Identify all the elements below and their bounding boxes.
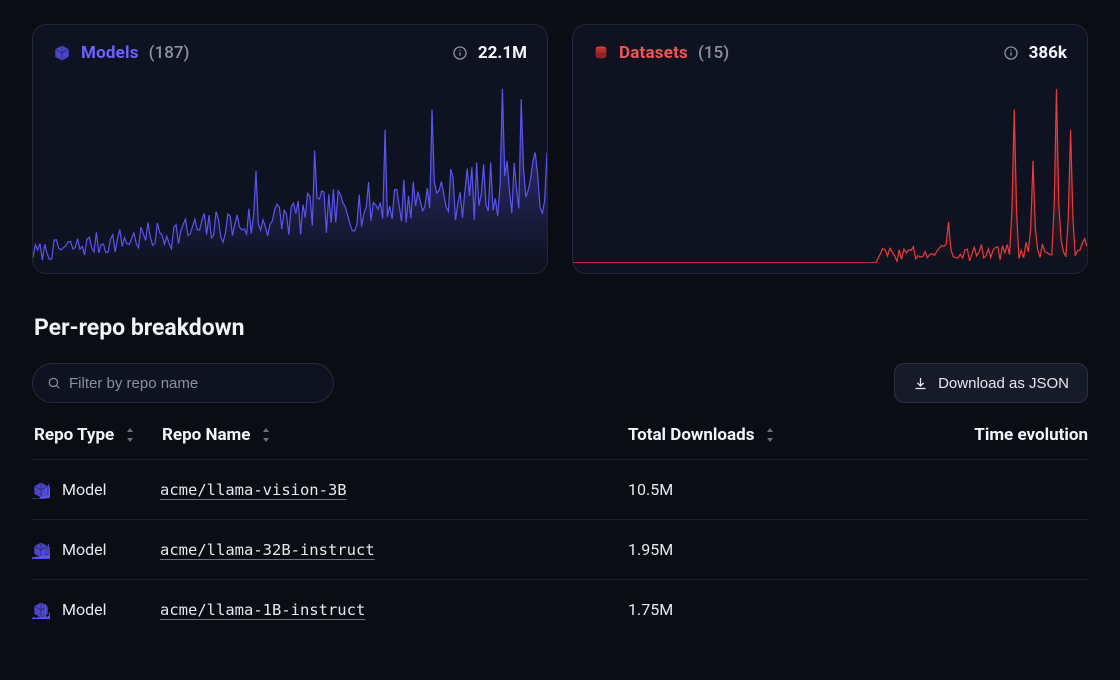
repo-link[interactable]: acme/llama-1B-instruct bbox=[160, 601, 365, 619]
cell-repo-type: Model bbox=[32, 540, 160, 559]
repo-link[interactable]: acme/llama-32B-instruct bbox=[160, 541, 375, 559]
cell-repo-name: acme/llama-32B-instruct bbox=[160, 541, 628, 559]
sort-icon bbox=[260, 428, 272, 442]
filter-input[interactable] bbox=[69, 375, 319, 392]
models-card[interactable]: Models (187) 22.1M bbox=[32, 24, 548, 274]
models-sparkline bbox=[33, 85, 547, 263]
row-sparkline bbox=[828, 535, 1088, 579]
cell-total-downloads: 10.5M bbox=[628, 480, 828, 499]
cell-total-downloads: 1.95M bbox=[628, 540, 828, 559]
info-icon[interactable] bbox=[1003, 45, 1019, 61]
sort-icon bbox=[124, 428, 136, 442]
table-row: Model acme/llama-vision-3B 10.5M bbox=[32, 459, 1088, 519]
col-time-evolution: Time evolution bbox=[828, 425, 1088, 445]
database-icon bbox=[593, 45, 609, 61]
datasets-stat: 386k bbox=[1029, 43, 1067, 63]
datasets-sparkline bbox=[573, 85, 1087, 263]
col-repo-type[interactable]: Repo Type bbox=[34, 425, 162, 445]
cell-total-downloads: 1.75M bbox=[628, 600, 828, 619]
row-sparkline bbox=[828, 475, 1088, 519]
cell-repo-type: Model bbox=[32, 480, 160, 499]
repo-table: Repo Type Repo Name Total Downloads Time… bbox=[32, 425, 1088, 639]
cube-icon bbox=[32, 601, 50, 619]
models-title: Models bbox=[81, 43, 139, 63]
datasets-count: (15) bbox=[698, 43, 729, 63]
datasets-title: Datasets bbox=[619, 43, 688, 63]
row-sparkline bbox=[828, 595, 1088, 639]
section-title: Per-repo breakdown bbox=[34, 314, 1088, 341]
cube-icon bbox=[32, 541, 50, 559]
cube-icon bbox=[53, 44, 71, 62]
info-icon[interactable] bbox=[452, 45, 468, 61]
cube-icon bbox=[32, 481, 50, 499]
col-repo-name[interactable]: Repo Name bbox=[162, 425, 628, 445]
download-json-button[interactable]: Download as JSON bbox=[894, 363, 1088, 403]
col-total-downloads[interactable]: Total Downloads bbox=[628, 425, 828, 445]
table-row: Model acme/llama-1B-instruct 1.75M bbox=[32, 579, 1088, 639]
cell-repo-name: acme/llama-vision-3B bbox=[160, 481, 628, 499]
models-count: (187) bbox=[149, 43, 190, 63]
table-row: Model acme/llama-32B-instruct 1.95M bbox=[32, 519, 1088, 579]
cell-repo-name: acme/llama-1B-instruct bbox=[160, 601, 628, 619]
cell-repo-type: Model bbox=[32, 600, 160, 619]
models-stat: 22.1M bbox=[478, 43, 527, 63]
repo-link[interactable]: acme/llama-vision-3B bbox=[160, 481, 347, 499]
datasets-card[interactable]: Datasets (15) 386k bbox=[572, 24, 1088, 274]
filter-input-wrap[interactable] bbox=[32, 363, 334, 403]
download-icon bbox=[913, 376, 928, 391]
sort-icon bbox=[764, 428, 776, 442]
download-json-label: Download as JSON bbox=[938, 375, 1069, 392]
search-icon bbox=[47, 376, 61, 390]
